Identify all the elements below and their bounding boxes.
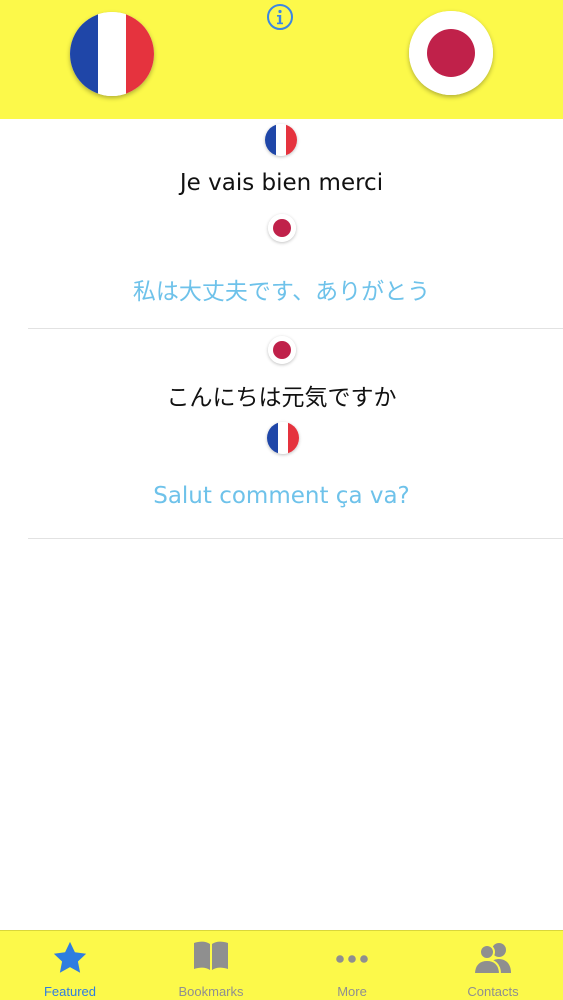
tab-label: More [337, 984, 367, 999]
translated-phrase[interactable]: Salut comment ça va? [0, 483, 563, 509]
france-flag-icon [265, 124, 297, 156]
original-phrase[interactable]: こんにちは元気ですか [0, 378, 563, 412]
divider [28, 538, 563, 539]
tab-label: Contacts [467, 984, 519, 999]
translator-app: Je vais bien merci 私は大丈夫です、ありがとう こんにちは元気… [0, 0, 563, 1000]
translated-phrase[interactable]: 私は大丈夫です、ありがとう [0, 272, 563, 306]
tab-label: Bookmarks [178, 984, 244, 999]
star-icon [53, 941, 87, 973]
tab-contacts[interactable]: Contacts [423, 931, 563, 1000]
tab-label: Featured [43, 984, 97, 999]
france-flag-icon [267, 422, 299, 454]
tab-bookmarks[interactable]: Bookmarks [141, 931, 281, 1000]
header-bar [0, 0, 563, 119]
tab-bar: Featured Bookmarks More Contacts [0, 930, 563, 1000]
contacts-icon [472, 943, 511, 975]
japan-flag-icon [268, 214, 296, 242]
tab-featured[interactable]: Featured [0, 931, 140, 1000]
tab-more[interactable]: More [282, 931, 422, 1000]
japan-flag-icon [409, 11, 493, 95]
ellipsis-icon [336, 955, 368, 963]
divider [28, 328, 563, 329]
france-flag-icon [70, 12, 154, 96]
original-phrase[interactable]: Je vais bien merci [0, 170, 563, 196]
info-icon[interactable] [266, 3, 294, 31]
target-language-flag-button[interactable] [409, 11, 493, 95]
source-language-flag-button[interactable] [70, 12, 154, 96]
book-icon [194, 941, 228, 970]
japan-flag-icon [268, 336, 296, 364]
